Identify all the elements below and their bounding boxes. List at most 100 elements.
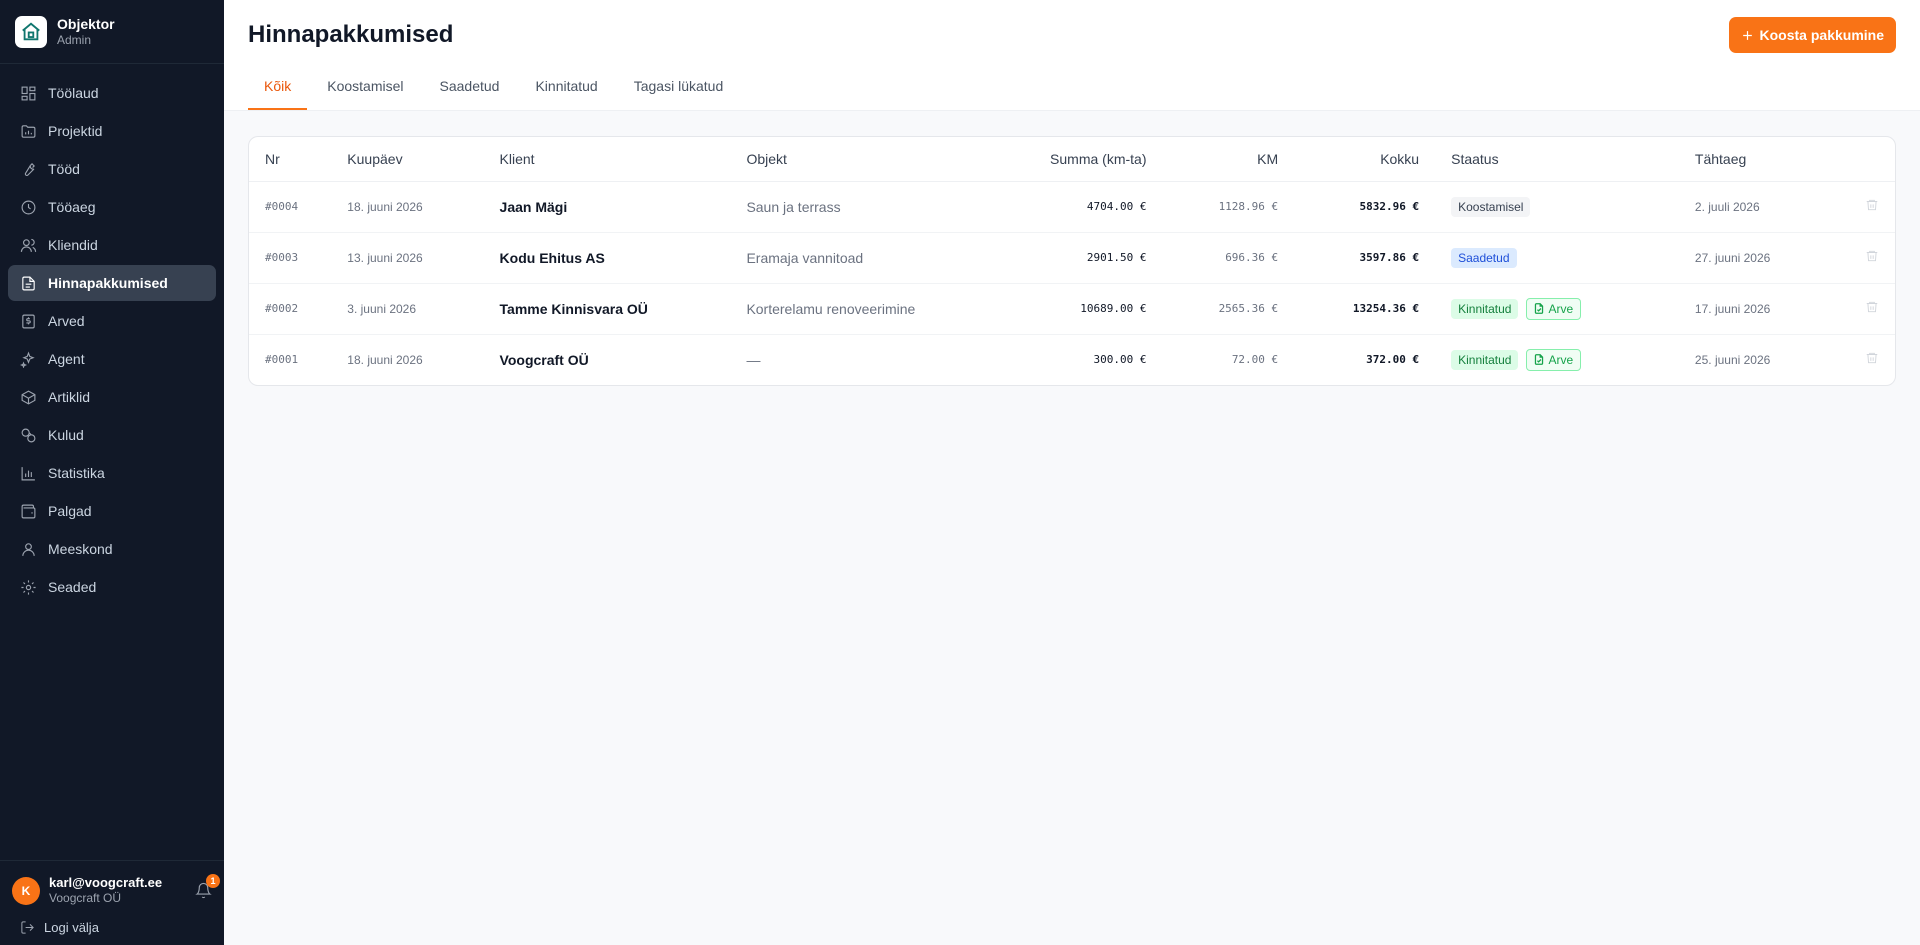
box-icon	[21, 389, 36, 405]
sidebar-item-palgad[interactable]: Palgad	[8, 493, 216, 529]
sidebar-item-tööd[interactable]: Tööd	[8, 151, 216, 187]
create-quote-label: Koosta pakkumine	[1759, 27, 1884, 43]
brand[interactable]: Objektor Admin	[0, 0, 224, 64]
col-total: Kokku	[1294, 137, 1436, 182]
col-status: Staatus	[1435, 137, 1679, 182]
table-row[interactable]: #0002 3. juuni 2026 Tamme Kinnisvara OÜ Kor…	[249, 283, 1895, 335]
object-name: Korterelamu renoveerimine	[730, 283, 957, 335]
invoice-label: Arve	[1548, 352, 1574, 367]
notifications-button[interactable]: 1	[192, 873, 220, 902]
due-date: 25. juuni 2026	[1694, 352, 1771, 367]
due-date: 17. juuni 2026	[1678, 283, 1834, 335]
quote-date: 13. juuni 2026	[331, 232, 484, 284]
sidebar-item-agent[interactable]: Agent	[8, 341, 216, 377]
sidebar-item-tööaeg[interactable]: Tööaeg	[8, 189, 216, 225]
notification-count-badge: 1	[206, 873, 220, 888]
quote-number: #0004	[249, 181, 332, 233]
col-date: Kuupäev	[331, 137, 484, 182]
coins-icon	[21, 428, 36, 442]
invoice-label: Arve	[1548, 301, 1574, 316]
main-content: Hinnapakkumised Koosta pakkumine Kõik Koo…	[224, 0, 1920, 945]
col-nr: Nr	[249, 137, 332, 182]
vat-amount: 72.00 €	[1231, 353, 1279, 367]
tab-2[interactable]: Saadetud	[424, 68, 516, 110]
sidebar-item-label: Töölaud	[48, 85, 99, 101]
sidebar-item-label: Palgad	[48, 503, 92, 519]
quote-date: 18. juuni 2026	[331, 181, 484, 233]
tab-3[interactable]: Kinnitatud	[519, 68, 613, 110]
object-name: Eramaja vannitoad	[730, 232, 957, 284]
sidebar-item-töölaud[interactable]: Töölaud	[8, 75, 216, 111]
total-amount: 3597.86 €	[1294, 232, 1436, 284]
trash-icon[interactable]	[1865, 300, 1879, 314]
total-amount: 372.00 €	[1366, 353, 1420, 367]
tab-4[interactable]: Tagasi lükatud	[618, 68, 740, 110]
total-amount: 5832.96 €	[1294, 181, 1436, 233]
chart-icon	[21, 466, 35, 480]
delete-cell	[1833, 334, 1895, 385]
user-role: Admin	[57, 32, 92, 47]
status-cell: Saadetud	[1435, 232, 1679, 284]
plus-icon	[1742, 30, 1752, 40]
sidebar-item-meeskond[interactable]: Meeskond	[8, 531, 216, 567]
create-quote-button[interactable]: Koosta pakkumine	[1728, 17, 1896, 53]
trash-icon[interactable]	[1865, 351, 1879, 365]
sum-excl-vat: 2901.50 €	[956, 232, 1163, 284]
status-badge: Koostamisel	[1451, 196, 1531, 217]
col-vat: KM	[1162, 137, 1295, 182]
sidebar-nav: Töölaud Projektid Tööd Tööaeg Kliendid Hinnap…	[0, 64, 224, 605]
logout-label: Logi välja	[44, 920, 99, 935]
logout-button[interactable]: Logi välja	[12, 920, 214, 935]
delete-cell	[1833, 283, 1895, 335]
delete-cell	[1833, 181, 1895, 233]
object-name: Saun ja terrass	[730, 181, 957, 233]
document-icon	[22, 276, 35, 290]
client-name: Jaan Mägi	[483, 181, 731, 233]
quote-date: 3. juuni 2026	[331, 283, 484, 335]
table-row[interactable]: #0004 18. juuni 2026 Jaan Mägi Saun ja terr…	[249, 181, 1895, 233]
sidebar: Objektor Admin Töölaud Projektid Tööd Tööae…	[0, 0, 224, 945]
col-due: Tähtaeg	[1678, 137, 1834, 182]
invoice-link-button[interactable]: Arve	[1526, 348, 1582, 371]
sidebar-item-seaded[interactable]: Seaded	[8, 569, 216, 605]
tab-1[interactable]: Koostamisel	[311, 68, 419, 110]
table-row[interactable]: #0003 13. juuni 2026 Kodu Ehitus AS Eramaja…	[249, 232, 1895, 284]
folder-icon	[21, 124, 36, 138]
wallet-icon	[21, 504, 36, 518]
quotes-table: Nr Kuupäev Klient Objekt Summa (km-ta) K…	[249, 137, 1895, 385]
sidebar-item-kliendid[interactable]: Kliendid	[8, 227, 216, 263]
users-icon	[20, 238, 37, 252]
sidebar-item-label: Kulud	[48, 427, 84, 443]
status-badge: Kinnitatud	[1451, 349, 1519, 370]
col-actions	[1833, 137, 1895, 182]
sidebar-footer: K karl@voogcraft.ee Voogcraft OÜ 1 Logi …	[0, 860, 224, 945]
tab-0[interactable]: Kõik	[248, 68, 308, 110]
avatar[interactable]: K	[12, 876, 40, 905]
status-cell: Kinnitatud Arve	[1435, 283, 1679, 335]
sidebar-item-artiklid[interactable]: Artiklid	[8, 379, 216, 415]
trash-icon[interactable]	[1865, 249, 1879, 263]
vat-amount: 1128.96 €	[1162, 181, 1295, 233]
sidebar-item-label: Arved	[48, 313, 85, 329]
table-row[interactable]: #0001 18. juuni 2026 Voogcraft OÜ — 300.00 €…	[249, 334, 1895, 385]
clock-icon	[21, 200, 36, 214]
page-header: Hinnapakkumised Koosta pakkumine Kõik Koo…	[224, 0, 1920, 111]
vat-amount: 696.36 €	[1162, 232, 1295, 284]
trash-icon[interactable]	[1865, 198, 1879, 212]
due-date: 2. juuli 2026	[1678, 181, 1834, 233]
object-name: —	[746, 351, 761, 368]
sidebar-item-hinnapakkumised[interactable]: Hinnapakkumised	[8, 265, 216, 301]
sidebar-item-label: Kliendid	[48, 237, 98, 253]
invoice-icon	[22, 314, 35, 328]
sidebar-item-projektid[interactable]: Projektid	[8, 113, 216, 149]
team-icon	[22, 542, 35, 556]
sidebar-item-arved[interactable]: Arved	[8, 303, 216, 339]
sidebar-item-statistika[interactable]: Statistika	[8, 455, 216, 491]
col-client: Klient	[483, 137, 731, 182]
status-cell: Koostamisel	[1435, 181, 1679, 233]
sidebar-item-label: Tööaeg	[48, 199, 96, 215]
invoice-link-button[interactable]: Arve	[1526, 297, 1582, 320]
sidebar-item-kulud[interactable]: Kulud	[8, 417, 216, 453]
delete-cell	[1833, 232, 1895, 284]
logout-icon	[21, 921, 34, 934]
